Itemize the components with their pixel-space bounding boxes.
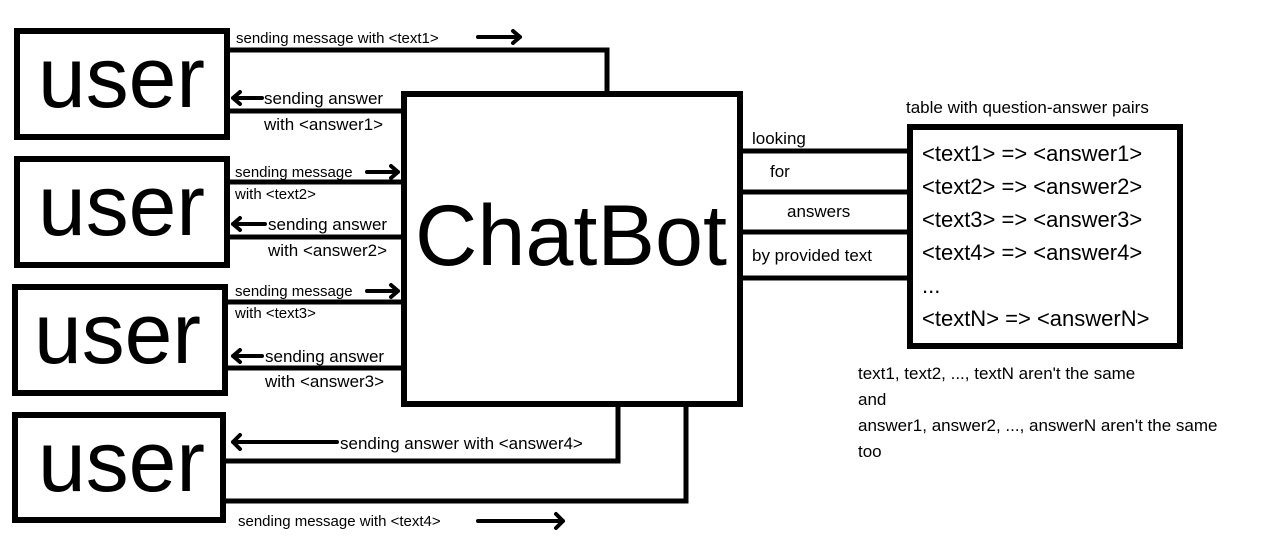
lookup-label: for bbox=[770, 162, 790, 181]
table-row: <textN> => <answerN> bbox=[922, 306, 1149, 331]
arrow-right-icon bbox=[365, 283, 400, 299]
message-label: sending message bbox=[235, 164, 353, 181]
answer-label: with <answer1> bbox=[263, 115, 383, 134]
chatbot-label: ChatBot bbox=[415, 188, 727, 284]
answer-label: sending answer bbox=[265, 347, 384, 366]
message-label: sending message bbox=[235, 283, 353, 300]
note-line: and bbox=[858, 390, 886, 409]
answer-label: sending answer with <answer4> bbox=[340, 434, 583, 453]
lookup-label: answers bbox=[787, 202, 850, 221]
arrow-left-icon bbox=[231, 216, 267, 232]
answer-label: with <answer2> bbox=[267, 241, 387, 260]
connector-user1-send bbox=[229, 47, 610, 92]
table-row: <text1> => <answer1> bbox=[922, 141, 1142, 166]
table-row: ... bbox=[922, 273, 940, 298]
arrow-left-icon bbox=[231, 90, 264, 106]
message-label: sending message with <text1> bbox=[236, 30, 439, 47]
table-row: <text3> => <answer3> bbox=[922, 207, 1142, 232]
user-label: user bbox=[38, 414, 205, 510]
message-label: with <text3> bbox=[234, 305, 316, 322]
user-label: user bbox=[38, 158, 205, 254]
chatbot-diagram: user user user user ChatBot sending mess… bbox=[12, 28, 1217, 530]
arrow-right-icon bbox=[476, 512, 565, 530]
table-row: <text2> => <answer2> bbox=[922, 174, 1142, 199]
answer-label: sending answer bbox=[264, 89, 383, 108]
table-title: table with question-answer pairs bbox=[906, 98, 1149, 117]
note-line: too bbox=[858, 442, 882, 461]
message-label: sending message with <text4> bbox=[238, 513, 441, 530]
user-label: user bbox=[38, 30, 205, 126]
arrow-left-icon bbox=[231, 348, 264, 364]
lookup-label: looking bbox=[752, 129, 806, 148]
answer-label: with <answer3> bbox=[264, 372, 384, 391]
user-label: user bbox=[34, 286, 201, 382]
arrow-right-icon bbox=[476, 29, 522, 45]
message-label: with <text2> bbox=[234, 186, 316, 203]
arrow-left-icon bbox=[231, 433, 339, 451]
answer-label: sending answer bbox=[268, 215, 387, 234]
table-row: <text4> => <answer4> bbox=[922, 240, 1142, 265]
arrow-right-icon bbox=[365, 164, 400, 180]
note-line: text1, text2, ..., textN aren't the same bbox=[858, 364, 1135, 383]
lookup-label: by provided text bbox=[752, 246, 872, 265]
note-line: answer1, answer2, ..., answerN aren't th… bbox=[858, 416, 1217, 435]
